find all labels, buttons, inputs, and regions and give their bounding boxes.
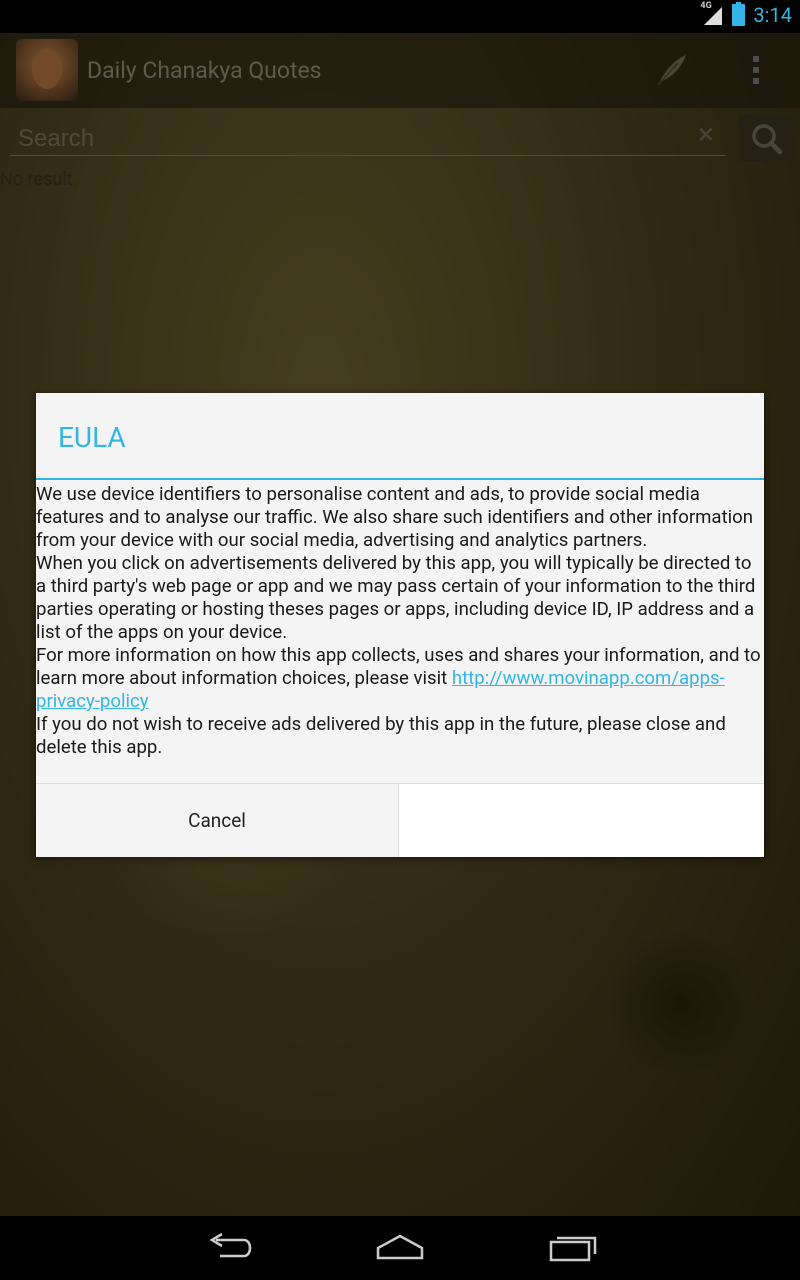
eula-paragraph-2: When you click on advertisements deliver…	[36, 552, 756, 643]
eula-paragraph-3: For more information on how this app col…	[36, 644, 764, 713]
dialog-title: EULA	[58, 421, 126, 454]
status-icons: 4G 3:14	[700, 1, 792, 27]
recent-apps-icon[interactable]	[541, 1230, 601, 1266]
dialog-button-row: Cancel	[36, 783, 764, 857]
navigation-bar	[0, 1216, 800, 1280]
eula-paragraph-4: If you do not wish to receive ads delive…	[36, 713, 726, 758]
eula-paragraph-1: We use device identifiers to personalise…	[36, 483, 754, 551]
empty-dialog-button[interactable]	[399, 784, 764, 857]
network-signal-icon: 4G	[700, 1, 724, 27]
status-bar: 4G 3:14	[0, 0, 800, 33]
cancel-button[interactable]: Cancel	[36, 784, 399, 857]
dialog-message: We use device identifiers to personalise…	[36, 483, 764, 783]
eula-dialog: EULA We use device identifiers to person…	[36, 393, 764, 857]
status-clock: 3:14	[753, 3, 792, 27]
home-icon[interactable]	[370, 1230, 430, 1266]
back-icon[interactable]	[200, 1230, 260, 1266]
battery-charging-icon	[732, 2, 746, 26]
dialog-title-divider	[36, 478, 764, 480]
